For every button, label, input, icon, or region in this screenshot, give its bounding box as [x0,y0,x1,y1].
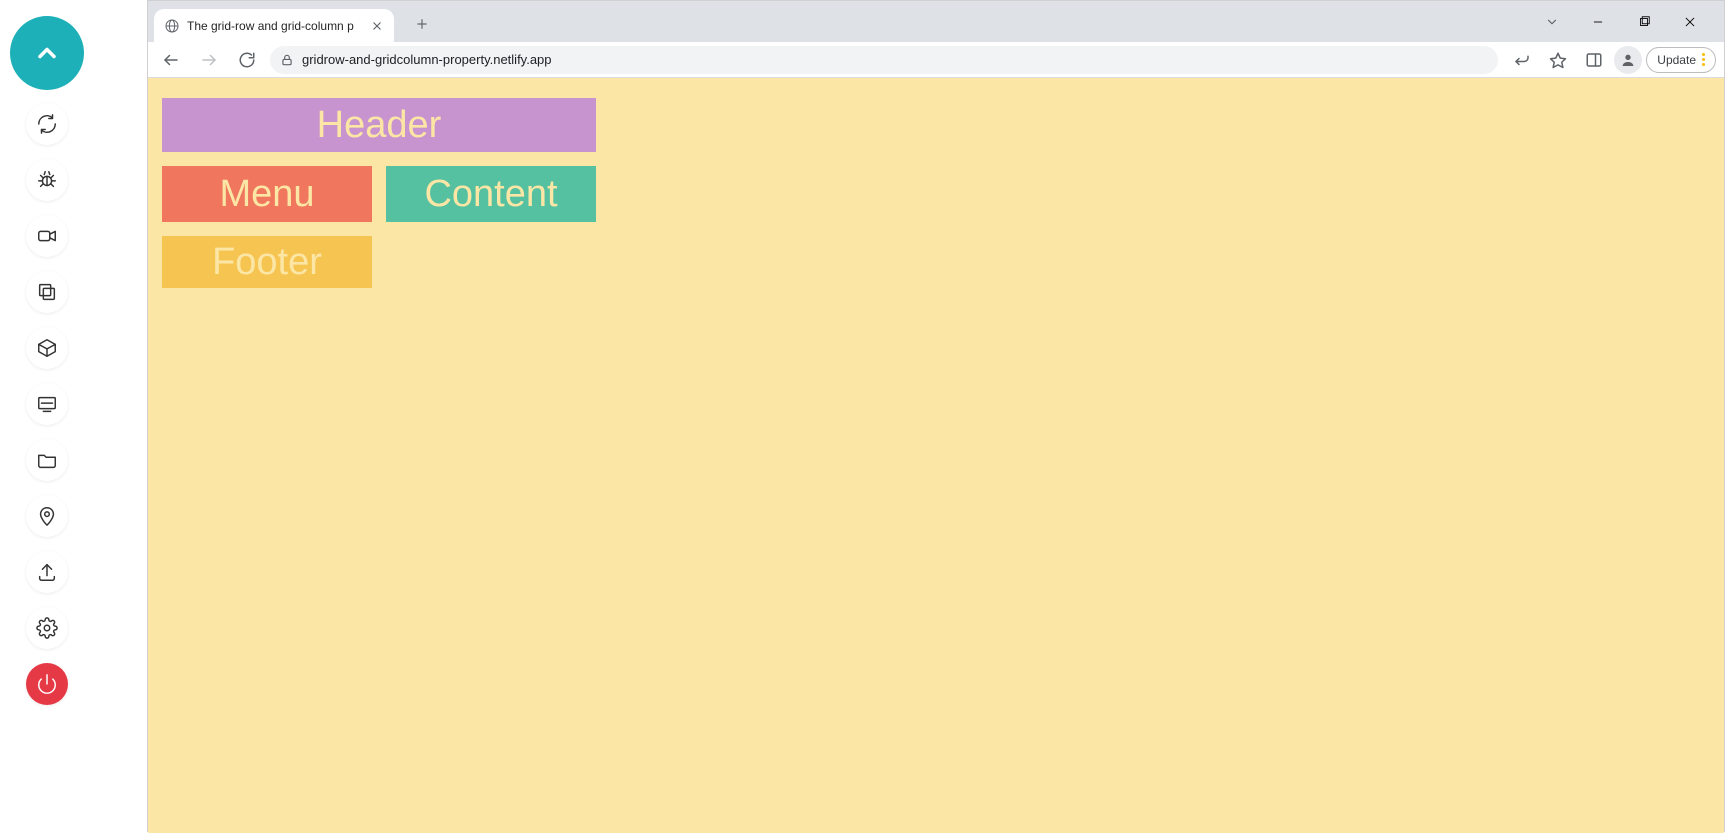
bug-button[interactable] [26,159,68,201]
arrow-left-icon [162,51,180,69]
person-icon [1620,52,1636,68]
active-tab[interactable]: The grid-row and grid-column p [154,9,394,42]
sync-icon [36,113,58,135]
browser-window: The grid-row and grid-column p [147,0,1725,832]
grid-header-cell: Header [162,98,596,152]
side-dock [0,0,96,832]
update-label: Update [1657,53,1696,67]
browser-toolbar: gridrow-and-gridcolumn-property.netlify.… [148,42,1724,78]
window-minimize-button[interactable] [1584,8,1612,36]
gear-icon [36,617,58,639]
side-panel-icon [1585,51,1603,69]
lock-icon [280,53,294,67]
grid-demo: Header Menu Content Footer [162,98,596,288]
forward-button[interactable] [194,45,224,75]
window-maximize-button[interactable] [1630,8,1658,36]
folder-icon [36,449,58,471]
window-close-button[interactable] [1676,8,1704,36]
location-button[interactable] [26,495,68,537]
reload-button[interactable] [232,45,262,75]
bug-icon [36,169,58,191]
cube-icon [36,337,58,359]
video-icon [36,225,58,247]
cube-button[interactable] [26,327,68,369]
share-icon [1513,51,1531,69]
url-text: gridrow-and-gridcolumn-property.netlify.… [302,52,1488,67]
new-tab-button[interactable] [408,10,436,38]
close-icon [1683,15,1697,29]
fab-main-button[interactable] [10,16,84,90]
tab-strip: The grid-row and grid-column p [148,1,1724,42]
page-viewport: Header Menu Content Footer [148,78,1724,833]
close-icon[interactable] [370,19,384,33]
address-bar[interactable]: gridrow-and-gridcolumn-property.netlify.… [270,46,1498,74]
share-button[interactable] [1506,44,1538,76]
toolbar-right: Update [1506,44,1716,76]
maximize-icon [1637,15,1651,29]
side-panel-button[interactable] [1578,44,1610,76]
location-icon [36,505,58,527]
video-button[interactable] [26,215,68,257]
plus-icon [415,17,429,31]
tab-title: The grid-row and grid-column p [187,19,363,33]
power-button[interactable] [26,663,68,705]
minimize-icon [1591,15,1605,29]
copy-button[interactable] [26,271,68,313]
upload-button[interactable] [26,551,68,593]
grid-menu-cell: Menu [162,166,372,222]
grid-content-cell: Content [386,166,596,222]
upload-icon [36,561,58,583]
bookmark-button[interactable] [1542,44,1574,76]
chevron-up-icon [33,39,61,67]
screen-icon [36,393,58,415]
folder-button[interactable] [26,439,68,481]
copy-icon [36,281,58,303]
tabs-dropdown-button[interactable] [1538,8,1566,36]
back-button[interactable] [156,45,186,75]
settings-button[interactable] [26,607,68,649]
sync-button[interactable] [26,103,68,145]
power-icon [36,673,58,695]
chevron-down-icon [1545,15,1559,29]
profile-button[interactable] [1614,46,1642,74]
reload-icon [238,51,256,69]
update-button[interactable]: Update [1646,47,1716,73]
arrow-right-icon [200,51,218,69]
window-controls [1538,1,1718,42]
screen-button[interactable] [26,383,68,425]
globe-icon [164,18,180,34]
grid-footer-cell: Footer [162,236,372,288]
star-icon [1549,51,1567,69]
